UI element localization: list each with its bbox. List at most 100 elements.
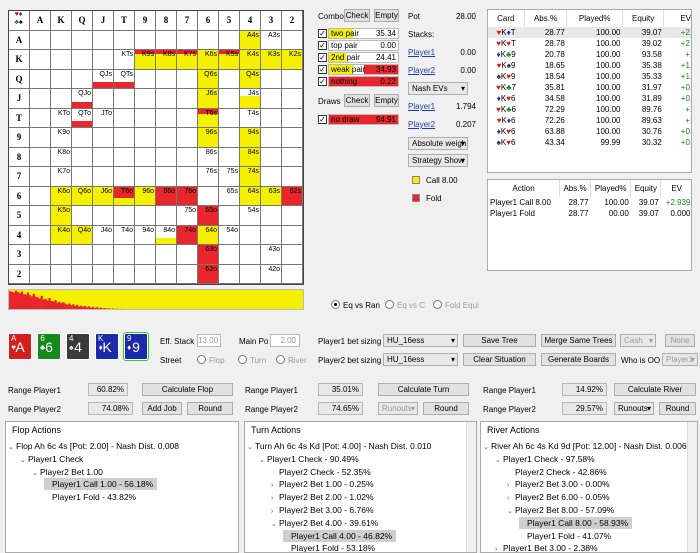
turn-range-p2-select[interactable]: 74.65% <box>318 402 363 415</box>
grid-cell[interactable] <box>93 147 114 167</box>
p1-sizing-select[interactable]: HU_16ess <box>383 334 458 347</box>
action-table-column[interactable]: Equity <box>630 180 662 197</box>
grid-cell[interactable]: K7s <box>177 50 198 70</box>
grid-cell[interactable] <box>156 30 177 50</box>
grid-cell[interactable] <box>93 89 114 109</box>
tree-node[interactable]: Player1 Call 1.00 - 56.18% <box>44 478 158 491</box>
grid-cell[interactable] <box>51 30 72 50</box>
card-table-column[interactable]: Played% <box>566 10 623 27</box>
ev-mode-select[interactable]: Nash EVs <box>408 82 468 95</box>
river-actions-tree[interactable]: River Actions ⌄ River Ah 6c 4s Kd 9d [Pot:… <box>480 421 698 553</box>
turn-runouts-select[interactable]: Runouts <box>378 402 418 415</box>
grid-cell[interactable] <box>177 89 198 109</box>
grid-cell[interactable] <box>177 108 198 128</box>
clear-situation-button[interactable]: Clear Situation <box>463 353 536 366</box>
player2-stack-link[interactable]: Player2 <box>408 66 435 75</box>
action-table-column[interactable]: Played% <box>590 180 632 197</box>
grid-cell[interactable] <box>114 108 135 128</box>
grid-cell[interactable]: K5o <box>51 206 72 226</box>
grid-cell[interactable] <box>93 206 114 226</box>
combo-checkbox[interactable]: ✓ <box>318 41 327 50</box>
grid-cell[interactable] <box>219 147 240 167</box>
grid-cell[interactable] <box>198 30 219 50</box>
grid-cell[interactable] <box>219 264 240 284</box>
table-row[interactable]: ♦K♥6 34.58 100.00 31.89 +0.929 <box>488 93 691 104</box>
grid-cell[interactable]: T6o <box>114 186 135 206</box>
grid-cell[interactable]: Q4o <box>72 225 93 245</box>
tree-node[interactable]: Player1 Fold - 53.18% <box>283 542 375 552</box>
grid-cell[interactable] <box>51 245 72 265</box>
board-card[interactable]: 4 ♠ 4 <box>66 333 90 360</box>
grid-cell[interactable]: 63o <box>198 245 219 265</box>
eq-mode-radio[interactable] <box>331 300 340 309</box>
tree-node[interactable]: › Player1 Bet 3.00 - 2.38% <box>495 542 598 552</box>
eq-mode-radio[interactable] <box>385 300 394 309</box>
grid-cell[interactable]: 43o <box>261 245 282 265</box>
grid-cell[interactable]: KTo <box>51 108 72 128</box>
grid-cell[interactable] <box>30 264 51 284</box>
grid-cell[interactable]: 75s <box>219 167 240 187</box>
grid-cell[interactable] <box>51 264 72 284</box>
river-range-p1-select[interactable]: 14.92% <box>562 383 607 396</box>
grid-cell[interactable] <box>282 264 303 284</box>
card-table-panel[interactable]: Card Abs.% Played% Equity EV ♥K♦T 28.77 100.00 3… <box>487 9 692 173</box>
grid-cell[interactable]: 76o <box>177 186 198 206</box>
grid-cell[interactable]: J4s <box>240 89 261 109</box>
grid-cell[interactable]: J4o <box>93 225 114 245</box>
grid-cell[interactable]: 94o <box>135 225 156 245</box>
grid-cell[interactable] <box>156 147 177 167</box>
tree-node[interactable]: Player1 Call 8.00 - 58.93% <box>519 516 633 529</box>
range-grid[interactable]: ♥♦ ♣♠ A K Q J T 9 8 7 6 5 4 3 2 A A4s A3s K KTs K9s K8s K7s K6s… <box>8 10 304 285</box>
grid-cell[interactable]: T4o <box>114 225 135 245</box>
table-row[interactable]: ♠K♥9 18.54 100.00 35.33 +1.892 <box>488 71 691 82</box>
grid-cell[interactable] <box>282 30 303 50</box>
card-table-column[interactable]: Equity <box>622 10 665 27</box>
grid-cell[interactable] <box>114 89 135 109</box>
table-row[interactable]: Player1 Call 8.00 28.77 100.00 39.07 +2.939 <box>488 197 691 208</box>
grid-cell[interactable] <box>114 206 135 226</box>
grid-cell[interactable] <box>156 206 177 226</box>
grid-cell[interactable] <box>177 30 198 50</box>
grid-cell[interactable] <box>72 167 93 187</box>
grid-cell[interactable]: Q4s <box>240 69 261 89</box>
grid-cell[interactable] <box>93 30 114 50</box>
chevron-down-icon[interactable]: ⌄ <box>483 442 491 454</box>
grid-cell[interactable] <box>135 245 156 265</box>
grid-cell[interactable] <box>51 89 72 109</box>
merge-trees-button[interactable]: Merge Same Trees <box>541 334 616 347</box>
grid-cell[interactable]: K7o <box>51 167 72 187</box>
combo-checkbox[interactable]: ✓ <box>318 29 327 38</box>
grid-cell[interactable]: 64s <box>240 186 261 206</box>
combo-check-button[interactable]: Check <box>344 9 370 22</box>
grid-cell[interactable] <box>30 206 51 226</box>
flop-range-p2-select[interactable]: 74.08% <box>88 402 133 415</box>
table-row[interactable]: ♥K♥T 28.78 100.00 39.02 +2.926 <box>488 38 691 49</box>
player1-stack-link[interactable]: Player1 <box>408 48 435 57</box>
grid-cell[interactable] <box>177 147 198 167</box>
combo-row[interactable]: top pair 0.00 <box>328 40 399 51</box>
grid-cell[interactable] <box>135 30 156 50</box>
chevron-down-icon[interactable]: ⌄ <box>32 468 40 480</box>
grid-cell[interactable] <box>240 245 261 265</box>
tree-scrollbar[interactable] <box>466 422 476 552</box>
grid-cell[interactable] <box>135 89 156 109</box>
grid-cell[interactable]: J6o <box>93 186 114 206</box>
grid-cell[interactable] <box>282 108 303 128</box>
weight-mode-select[interactable]: Absolute weigh <box>408 137 468 150</box>
add-job-button[interactable]: Add Job <box>142 402 182 415</box>
grid-cell[interactable] <box>30 108 51 128</box>
grid-cell[interactable]: K4o <box>51 225 72 245</box>
grid-cell[interactable] <box>261 225 282 245</box>
grid-cell[interactable] <box>177 264 198 284</box>
grid-cell[interactable] <box>135 147 156 167</box>
grid-cell[interactable]: 76s <box>198 167 219 187</box>
grid-cell[interactable] <box>30 50 51 70</box>
grid-cell[interactable] <box>135 69 156 89</box>
grid-cell[interactable] <box>135 264 156 284</box>
turn-actions-tree[interactable]: Turn Actions ⌄ Turn Ah 6c 4s Kd [Pot: 4.00… <box>244 421 477 553</box>
tree-node[interactable]: Player1 Fold - 41.07% <box>519 530 611 542</box>
grid-cell[interactable] <box>72 147 93 167</box>
who-oop-select[interactable]: Player1 <box>662 353 698 366</box>
grid-cell[interactable] <box>282 245 303 265</box>
grid-cell[interactable] <box>219 69 240 89</box>
